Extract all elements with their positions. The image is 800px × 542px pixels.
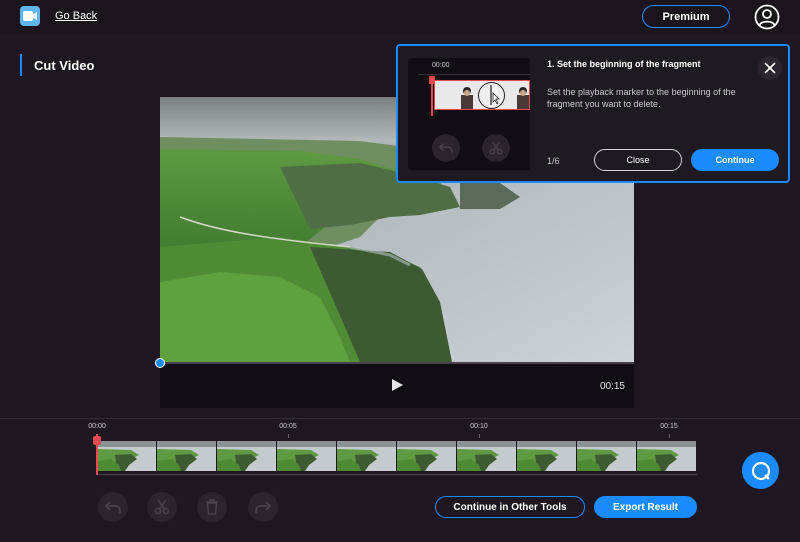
ruler-tick xyxy=(669,434,670,438)
tutorial-preview: 00:00 xyxy=(408,58,530,170)
tutorial-scissors-icon xyxy=(482,134,510,162)
tutorial-popup: 00:00 1. Set the beginning of the fragme… xyxy=(396,44,790,183)
export-result-button[interactable]: Export Result xyxy=(594,496,697,518)
redo-button[interactable] xyxy=(248,492,278,522)
playhead-handle[interactable] xyxy=(93,436,101,445)
go-back-link[interactable]: Go Back xyxy=(55,10,97,22)
delete-button[interactable] xyxy=(197,492,227,522)
progress-track[interactable] xyxy=(155,358,634,368)
account-icon[interactable] xyxy=(754,4,780,35)
tick-label: 00:10 xyxy=(470,423,488,430)
tick-label: 00:15 xyxy=(660,423,678,430)
scissors-icon xyxy=(154,499,170,515)
app-logo-icon xyxy=(20,6,40,26)
filmstrip-frame xyxy=(637,441,697,471)
filmstrip-frame xyxy=(457,441,517,471)
tutorial-step-counter: 1/6 xyxy=(547,156,560,166)
tutorial-cursor-dial xyxy=(478,82,505,109)
ruler-tick xyxy=(288,434,289,438)
tutorial-undo-icon xyxy=(432,134,460,162)
undo-icon xyxy=(105,501,121,513)
filmstrip-frame xyxy=(397,441,457,471)
video-duration: 00:15 xyxy=(599,381,625,392)
trash-icon xyxy=(206,499,218,515)
page-title: Cut Video xyxy=(34,58,95,73)
play-icon[interactable] xyxy=(390,378,404,397)
tutorial-preview-time: 00:00 xyxy=(432,62,450,69)
cut-button[interactable] xyxy=(147,492,177,522)
chat-icon xyxy=(751,461,770,480)
undo-button[interactable] xyxy=(98,492,128,522)
redo-icon xyxy=(255,501,271,513)
top-bar: Go Back Premium xyxy=(0,0,800,34)
filmstrip-frame xyxy=(337,441,397,471)
filmstrip-frame xyxy=(157,441,217,471)
filmstrip-frame xyxy=(277,441,337,471)
tutorial-heading: 1. Set the beginning of the fragment xyxy=(547,59,701,69)
filmstrip-frame xyxy=(217,441,277,471)
ruler-tick xyxy=(479,434,480,438)
tutorial-close-icon[interactable] xyxy=(758,56,782,80)
video-controls: 00:15 xyxy=(155,358,634,408)
progress-knob[interactable] xyxy=(155,358,165,368)
continue-in-other-tools-button[interactable]: Continue in Other Tools xyxy=(435,496,585,518)
timeline-divider xyxy=(0,418,800,419)
premium-button[interactable]: Premium xyxy=(642,5,730,28)
timeline-filmstrip[interactable] xyxy=(97,441,697,471)
tutorial-continue-button[interactable]: Continue xyxy=(691,149,779,171)
timeline-track-line xyxy=(97,474,697,475)
title-accent-bar xyxy=(20,54,22,76)
tutorial-preview-ruler xyxy=(418,74,530,75)
tick-label: 00:00 xyxy=(88,423,106,430)
tutorial-description: Set the playback marker to the beginning… xyxy=(547,87,736,109)
tick-label: 00:05 xyxy=(279,423,297,430)
tutorial-close-button[interactable]: Close xyxy=(594,149,682,171)
filmstrip-frame xyxy=(517,441,577,471)
filmstrip-frame xyxy=(577,441,637,471)
support-chat-button[interactable] xyxy=(742,452,779,489)
filmstrip-frame xyxy=(97,441,157,471)
tutorial-playhead-handle xyxy=(429,76,435,84)
